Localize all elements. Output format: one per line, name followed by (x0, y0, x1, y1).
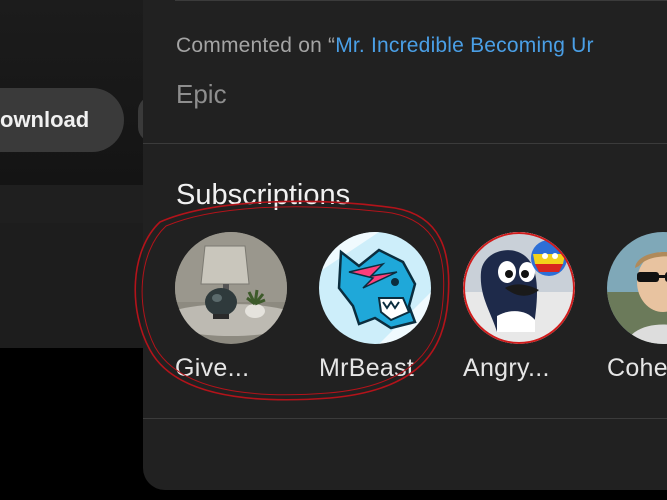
person-avatar-image (607, 232, 667, 344)
subscription-item[interactable]: Cohe (607, 232, 667, 383)
channel-name: MrBeast (319, 354, 415, 382)
divider-activity (143, 143, 667, 144)
subscription-item[interactable]: MrBeast (319, 232, 431, 383)
channel-avatar (463, 232, 575, 344)
channel-name: Cohe (607, 354, 667, 382)
divider-bottom (143, 418, 667, 419)
lamp-avatar-image (175, 232, 287, 344)
channel-avatar (175, 232, 287, 344)
download-label: ownload (0, 107, 90, 132)
channel-avatar (319, 232, 431, 344)
subscription-item[interactable]: Angry... (463, 232, 575, 383)
commented-prefix: Commented on “ (176, 34, 336, 57)
subscriptions-title: Subscriptions (176, 179, 351, 211)
channel-avatar (607, 232, 667, 344)
commented-video-link[interactable]: Mr. Incredible Becoming Ur (335, 34, 593, 57)
screen: ownload Commented on “Mr. Incredible Bec… (0, 0, 667, 500)
channel-name: Give... (175, 354, 250, 382)
live-ring (463, 232, 575, 344)
activity-commented-line[interactable]: Commented on “Mr. Incredible Becoming Ur (176, 34, 594, 58)
divider-top (175, 0, 667, 1)
channel-name: Angry... (463, 354, 550, 382)
subscription-item[interactable]: Give... (175, 232, 287, 383)
panther-logo-avatar-image (319, 232, 431, 344)
comment-text: Epic (176, 79, 227, 109)
download-button[interactable]: ownload (0, 88, 124, 152)
